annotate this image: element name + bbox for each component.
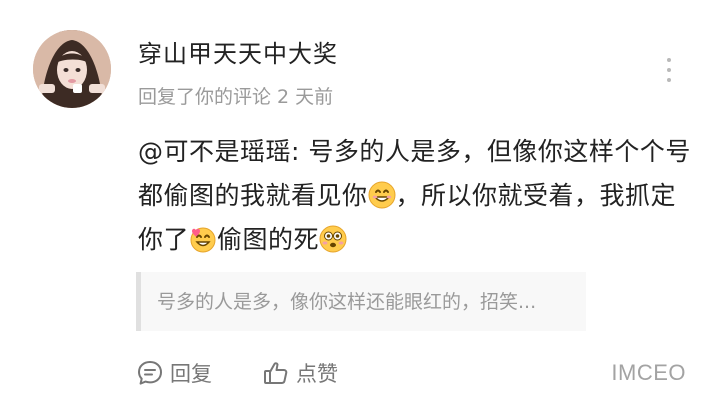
quoted-comment-text: 号多的人是多，像你这样还能眼红的，招笑... [157, 291, 537, 313]
grinning-face-icon [368, 181, 396, 209]
reply-button[interactable]: 回复 [136, 358, 212, 388]
comment-text-part3: 偷图的死 [217, 225, 320, 254]
avatar[interactable] [33, 30, 111, 108]
more-options-icon[interactable] [662, 58, 676, 82]
comment-body: @可不是瑶瑶: 号多的人是多，但像你这样个个号都偷图的我就看见你 ，所以你就受着… [138, 130, 698, 262]
flushed-face-icon [319, 225, 347, 253]
quoted-comment[interactable]: 号多的人是多，像你这样还能眼红的，招笑... [136, 272, 586, 331]
username[interactable]: 穿山甲天天中大奖 [138, 34, 338, 69]
heart-grinning-face-icon [189, 225, 217, 253]
thumbs-up-icon [264, 362, 288, 384]
reply-label: 回复 [170, 362, 212, 386]
comment-bubble-icon [138, 361, 162, 385]
like-button[interactable]: 点赞 [262, 358, 338, 388]
comment-meta: 回复了你的评论 2 天前 [138, 86, 334, 108]
like-label: 点赞 [296, 362, 338, 386]
watermark: IMCEO [611, 360, 686, 385]
avatar-photo [33, 30, 111, 108]
